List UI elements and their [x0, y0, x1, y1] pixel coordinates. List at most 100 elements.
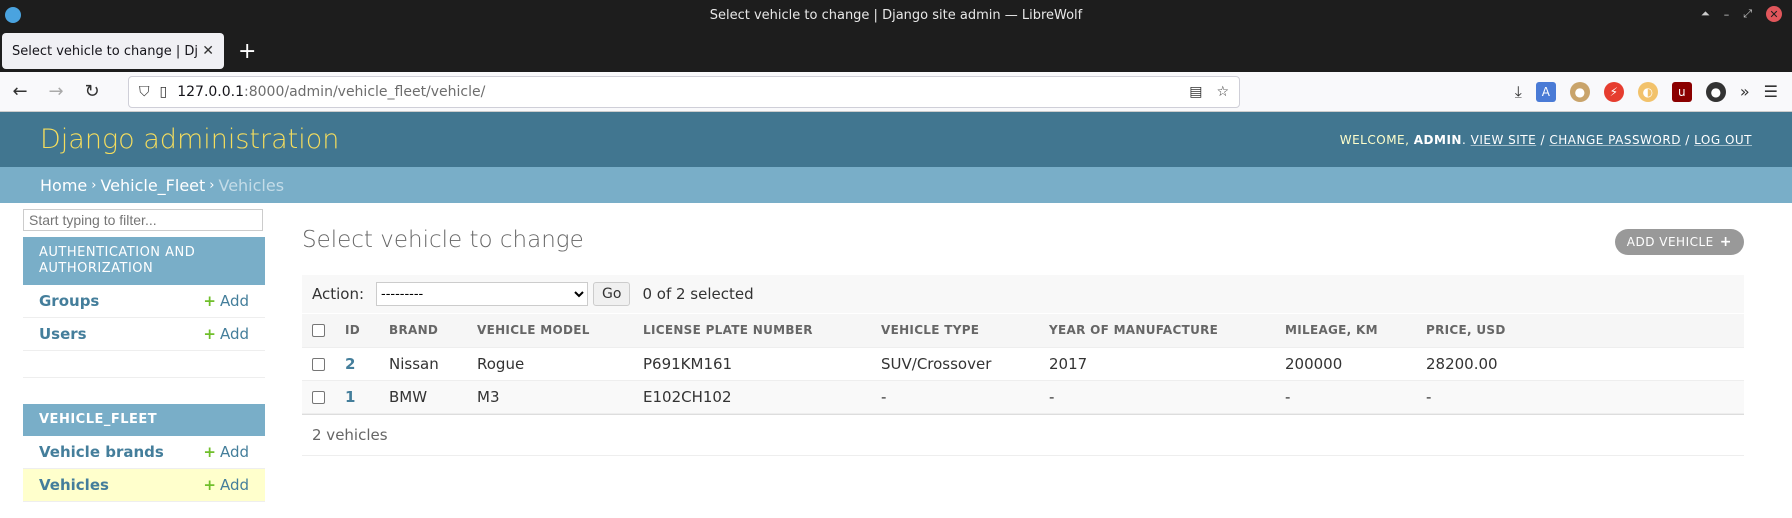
reader-view-icon[interactable]: ▤ — [1189, 84, 1202, 100]
extension-palette-icon[interactable]: ◐ — [1637, 81, 1658, 102]
cell-plate: P691KM161 — [633, 347, 871, 381]
restore-icon[interactable]: ⤢ — [1743, 7, 1752, 21]
view-site-link[interactable]: VIEW SITE — [1471, 133, 1537, 147]
hamburger-menu-icon[interactable]: ☰ — [1764, 82, 1778, 101]
librewolf-icon — [5, 7, 21, 23]
window-up-icon[interactable]: ⏶ — [1701, 7, 1710, 21]
change-password-link[interactable]: CHANGE PASSWORD — [1549, 133, 1681, 147]
window-controls: ⏶ – ⤢ ✕ — [1701, 6, 1782, 22]
cell-model: M3 — [467, 380, 633, 414]
breadcrumb-app[interactable]: Vehicle_Fleet — [100, 176, 205, 195]
column-header-mileage[interactable]: MILEAGE, KM — [1275, 314, 1416, 348]
column-header-id[interactable]: ID — [335, 314, 379, 348]
add-vehicle-button[interactable]: ADD VEHICLE + — [1614, 229, 1744, 255]
window-close-icon[interactable]: ✕ — [1766, 6, 1782, 22]
page-info-icon[interactable]: ▯ — [160, 84, 168, 100]
ublock-origin-icon[interactable]: u — [1671, 81, 1692, 102]
column-header-year[interactable]: YEAR OF MANUFACTURE — [1039, 314, 1275, 348]
sidebar-filter-input[interactable] — [23, 209, 263, 231]
toolbar-icons: ⤓ A ● ⚡ ◐ u ● » ☰ — [1515, 81, 1778, 102]
row-checkbox[interactable] — [312, 357, 325, 371]
reload-icon[interactable]: ↻ — [76, 76, 108, 108]
window-titlebar: Select vehicle to change | Django site a… — [0, 0, 1792, 30]
tab-bar: Select vehicle to change | Django site a… — [0, 30, 1792, 72]
add-vehicles-link[interactable]: + Add — [203, 476, 249, 494]
cell-mileage: - — [1275, 380, 1416, 414]
action-label: Action: — [312, 285, 365, 303]
sidebar-item-vehicle-brands[interactable]: Vehicle brands + Add — [23, 436, 265, 469]
table-header-row: ID BRAND VEHICLE MODEL LICENSE PLATE NUM… — [302, 314, 1744, 348]
sidebar-item-label[interactable]: Vehicles — [39, 476, 109, 494]
url-path: :8000/admin/vehicle_fleet/vehicle/ — [244, 83, 486, 100]
window-title: Select vehicle to change | Django site a… — [709, 7, 1083, 23]
breadcrumb: Home › Vehicle_Fleet › Vehicles — [0, 167, 1792, 203]
add-icon: + — [203, 476, 216, 494]
breadcrumb-current: Vehicles — [218, 175, 285, 195]
cell-model: Rogue — [467, 347, 633, 381]
sidebar-item-label[interactable]: Groups — [39, 292, 99, 310]
column-header-type[interactable]: VEHICLE TYPE — [871, 314, 1039, 348]
bookmark-star-icon[interactable]: ☆ — [1216, 84, 1229, 100]
action-select[interactable]: --------- — [376, 282, 589, 306]
results-table: ID BRAND VEHICLE MODEL LICENSE PLATE NUM… — [302, 314, 1744, 414]
cookie-extension-icon[interactable]: ● — [1569, 81, 1590, 102]
cell-year: - — [1039, 380, 1275, 414]
row-id-link[interactable]: 2 — [345, 355, 355, 373]
translate-icon[interactable]: A — [1535, 81, 1556, 102]
back-icon[interactable]: ← — [4, 76, 36, 108]
site-branding[interactable]: Django administration — [40, 124, 339, 155]
module-caption-vehicle-fleet[interactable]: VEHICLE_FLEET — [23, 404, 265, 436]
sidebar-item-label[interactable]: Users — [39, 325, 87, 343]
extension-orange-icon[interactable]: ⚡ — [1603, 81, 1624, 102]
sidebar-item-users[interactable]: Users + Add — [23, 318, 265, 351]
add-icon: + — [203, 325, 216, 343]
add-vehicle-brands-link[interactable]: + Add — [203, 443, 249, 461]
cell-mileage: 200000 — [1275, 347, 1416, 381]
select-all-checkbox-cell[interactable] — [302, 314, 335, 348]
admin-header: Django administration WELCOME, ADMIN. VI… — [0, 112, 1792, 167]
row-checkbox[interactable] — [312, 390, 325, 404]
minimize-icon[interactable]: – — [1724, 8, 1730, 21]
cell-type: - — [871, 380, 1039, 414]
sidebar-item-groups[interactable]: Groups + Add — [23, 285, 265, 318]
go-button[interactable]: Go — [593, 282, 631, 306]
tab-title: Select vehicle to change | Django site a… — [12, 43, 198, 59]
column-header-brand[interactable]: BRAND — [379, 314, 467, 348]
content-main: Select vehicle to change ADD VEHICLE + Ac… — [302, 209, 1744, 502]
select-all-checkbox[interactable] — [312, 324, 325, 338]
module-caption-auth[interactable]: AUTHENTICATION AND AUTHORIZATION — [23, 237, 265, 285]
row-id-link[interactable]: 1 — [345, 388, 355, 406]
page-title: Select vehicle to change — [302, 227, 584, 253]
table-row: 1 BMW M3 E102CH102 - - - - — [302, 380, 1744, 414]
extension-dark-icon[interactable]: ● — [1705, 81, 1726, 102]
browser-tab[interactable]: Select vehicle to change | Django site a… — [2, 33, 224, 69]
url-host: 127.0.0.1 — [177, 83, 245, 100]
cell-price: 28200.00 — [1416, 347, 1744, 381]
add-icon: + — [203, 292, 216, 310]
breadcrumb-home[interactable]: Home — [40, 176, 87, 195]
cell-type: SUV/Crossover — [871, 347, 1039, 381]
plus-icon: + — [1719, 234, 1732, 250]
navigation-bar: ← → ↻ ⛉ ▯ 127.0.0.1 :8000/admin/vehicle_… — [0, 72, 1792, 112]
overflow-menu-icon[interactable]: » — [1740, 82, 1750, 101]
new-tab-icon[interactable]: + — [238, 39, 256, 64]
actions-bar: Action: --------- Go 0 of 2 selected — [302, 275, 1744, 313]
log-out-link[interactable]: LOG OUT — [1694, 133, 1752, 147]
tab-close-icon[interactable]: ✕ — [202, 43, 214, 59]
url-bar[interactable]: ⛉ ▯ 127.0.0.1 :8000/admin/vehicle_fleet/… — [128, 75, 1240, 108]
welcome-text: WELCOME, — [1339, 132, 1414, 147]
username: ADMIN — [1413, 132, 1462, 147]
column-header-price[interactable]: PRICE, USD — [1416, 314, 1744, 348]
column-header-plate[interactable]: LICENSE PLATE NUMBER — [633, 314, 871, 348]
add-groups-link[interactable]: + Add — [203, 292, 249, 310]
paginator: 2 vehicles — [302, 413, 1744, 456]
column-header-model[interactable]: VEHICLE MODEL — [467, 314, 633, 348]
cell-year: 2017 — [1039, 347, 1275, 381]
sidebar-item-label[interactable]: Vehicle brands — [39, 443, 164, 461]
sidebar-item-vehicles[interactable]: Vehicles + Add — [23, 469, 265, 502]
add-users-link[interactable]: + Add — [203, 325, 249, 343]
downloads-icon[interactable]: ⤓ — [1515, 82, 1522, 102]
shield-icon[interactable]: ⛉ — [139, 84, 150, 100]
forward-icon[interactable]: → — [40, 76, 72, 108]
add-icon: + — [203, 443, 216, 461]
